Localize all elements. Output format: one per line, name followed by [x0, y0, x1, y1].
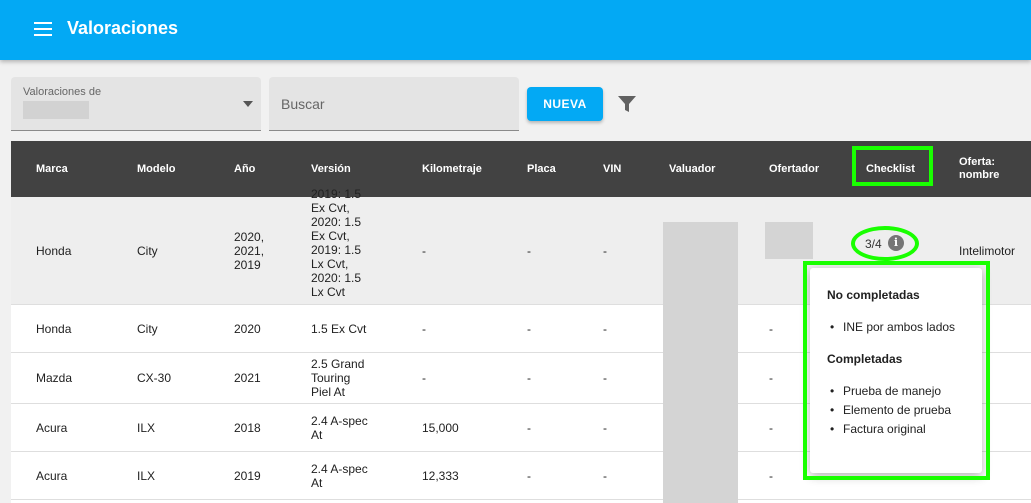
cell-kilometraje: 15,000	[422, 420, 459, 435]
filter-icon[interactable]	[618, 96, 636, 112]
cell-placa: -	[527, 243, 531, 258]
column-header-placa[interactable]: Placa	[527, 141, 587, 197]
valuador-redacted	[663, 222, 738, 503]
cell-placa: -	[527, 371, 531, 385]
cell-placa: -	[527, 321, 531, 336]
valoraciones-de-select[interactable]: Valoraciones de	[11, 77, 261, 131]
cell-modelo: CX-30	[137, 371, 172, 385]
column-header-marca[interactable]: Marca	[36, 141, 126, 197]
menu-icon[interactable]	[34, 22, 52, 36]
cell-kilometraje: -	[422, 371, 426, 385]
column-header-kilometraje[interactable]: Kilometraje	[422, 141, 522, 197]
cell-anio: 2021	[234, 371, 261, 385]
cell-vin: -	[603, 243, 607, 258]
cell-vin: -	[603, 371, 607, 385]
column-header-ofertador[interactable]: Ofertador	[769, 141, 849, 197]
column-header-modelo[interactable]: Modelo	[137, 141, 227, 197]
search-input[interactable]	[269, 77, 519, 131]
column-header-oferta-nombre[interactable]: Oferta: nombre	[959, 141, 1019, 197]
cell-marca: Acura	[36, 468, 68, 483]
column-header-valuador[interactable]: Valuador	[669, 141, 749, 197]
page-title: Valoraciones	[67, 18, 179, 38]
cell-version: 2.5 Grand Touring Piel At	[311, 357, 365, 399]
cell-vin: -	[603, 420, 607, 435]
cell-vin: -	[603, 468, 607, 483]
cell-kilometraje: -	[422, 321, 426, 336]
cell-modelo: City	[137, 321, 158, 336]
app-bar: Valoraciones	[0, 0, 1031, 60]
cell-modelo: ILX	[137, 468, 156, 483]
cell-marca: Mazda	[36, 371, 73, 385]
cell-anio: 2018	[234, 420, 261, 435]
cell-vin: -	[603, 321, 607, 336]
select-redacted-value	[23, 101, 89, 119]
select-label: Valoraciones de	[23, 86, 102, 98]
cell-kilometraje: 12,333	[422, 468, 459, 483]
cell-version: 2.4 A-spec At	[311, 461, 368, 490]
cell-anio: 2019	[234, 468, 261, 483]
cell-version: 2019: 1.5 Ex Cvt, 2020: 1.5 Ex Cvt, 2019…	[311, 187, 362, 299]
cell-anio: 2020, 2021, 2019	[234, 229, 265, 272]
cell-placa: -	[527, 468, 531, 483]
popover-highlight	[803, 261, 990, 480]
cell-version: 2.4 A-spec At	[311, 413, 368, 442]
cell-marca: Honda	[36, 321, 72, 336]
cell-version: 1.5 Ex Cvt	[311, 321, 367, 336]
cell-modelo: City	[137, 243, 158, 258]
caret-down-icon	[243, 101, 253, 107]
cell-placa: -	[527, 420, 531, 435]
cell-marca: Honda	[36, 243, 72, 258]
column-header-anio[interactable]: Año	[234, 141, 304, 197]
new-valuation-button[interactable]: NUEVA	[527, 87, 603, 121]
cell-modelo: ILX	[137, 420, 156, 435]
cell-anio: 2020	[234, 321, 261, 336]
checklist-header-highlight	[852, 146, 933, 186]
cell-marca: Acura	[36, 420, 68, 435]
cell-kilometraje: -	[422, 243, 426, 258]
ofertador-redacted	[765, 222, 813, 259]
checklist-count-highlight	[851, 226, 919, 261]
column-header-vin[interactable]: VIN	[603, 141, 653, 197]
